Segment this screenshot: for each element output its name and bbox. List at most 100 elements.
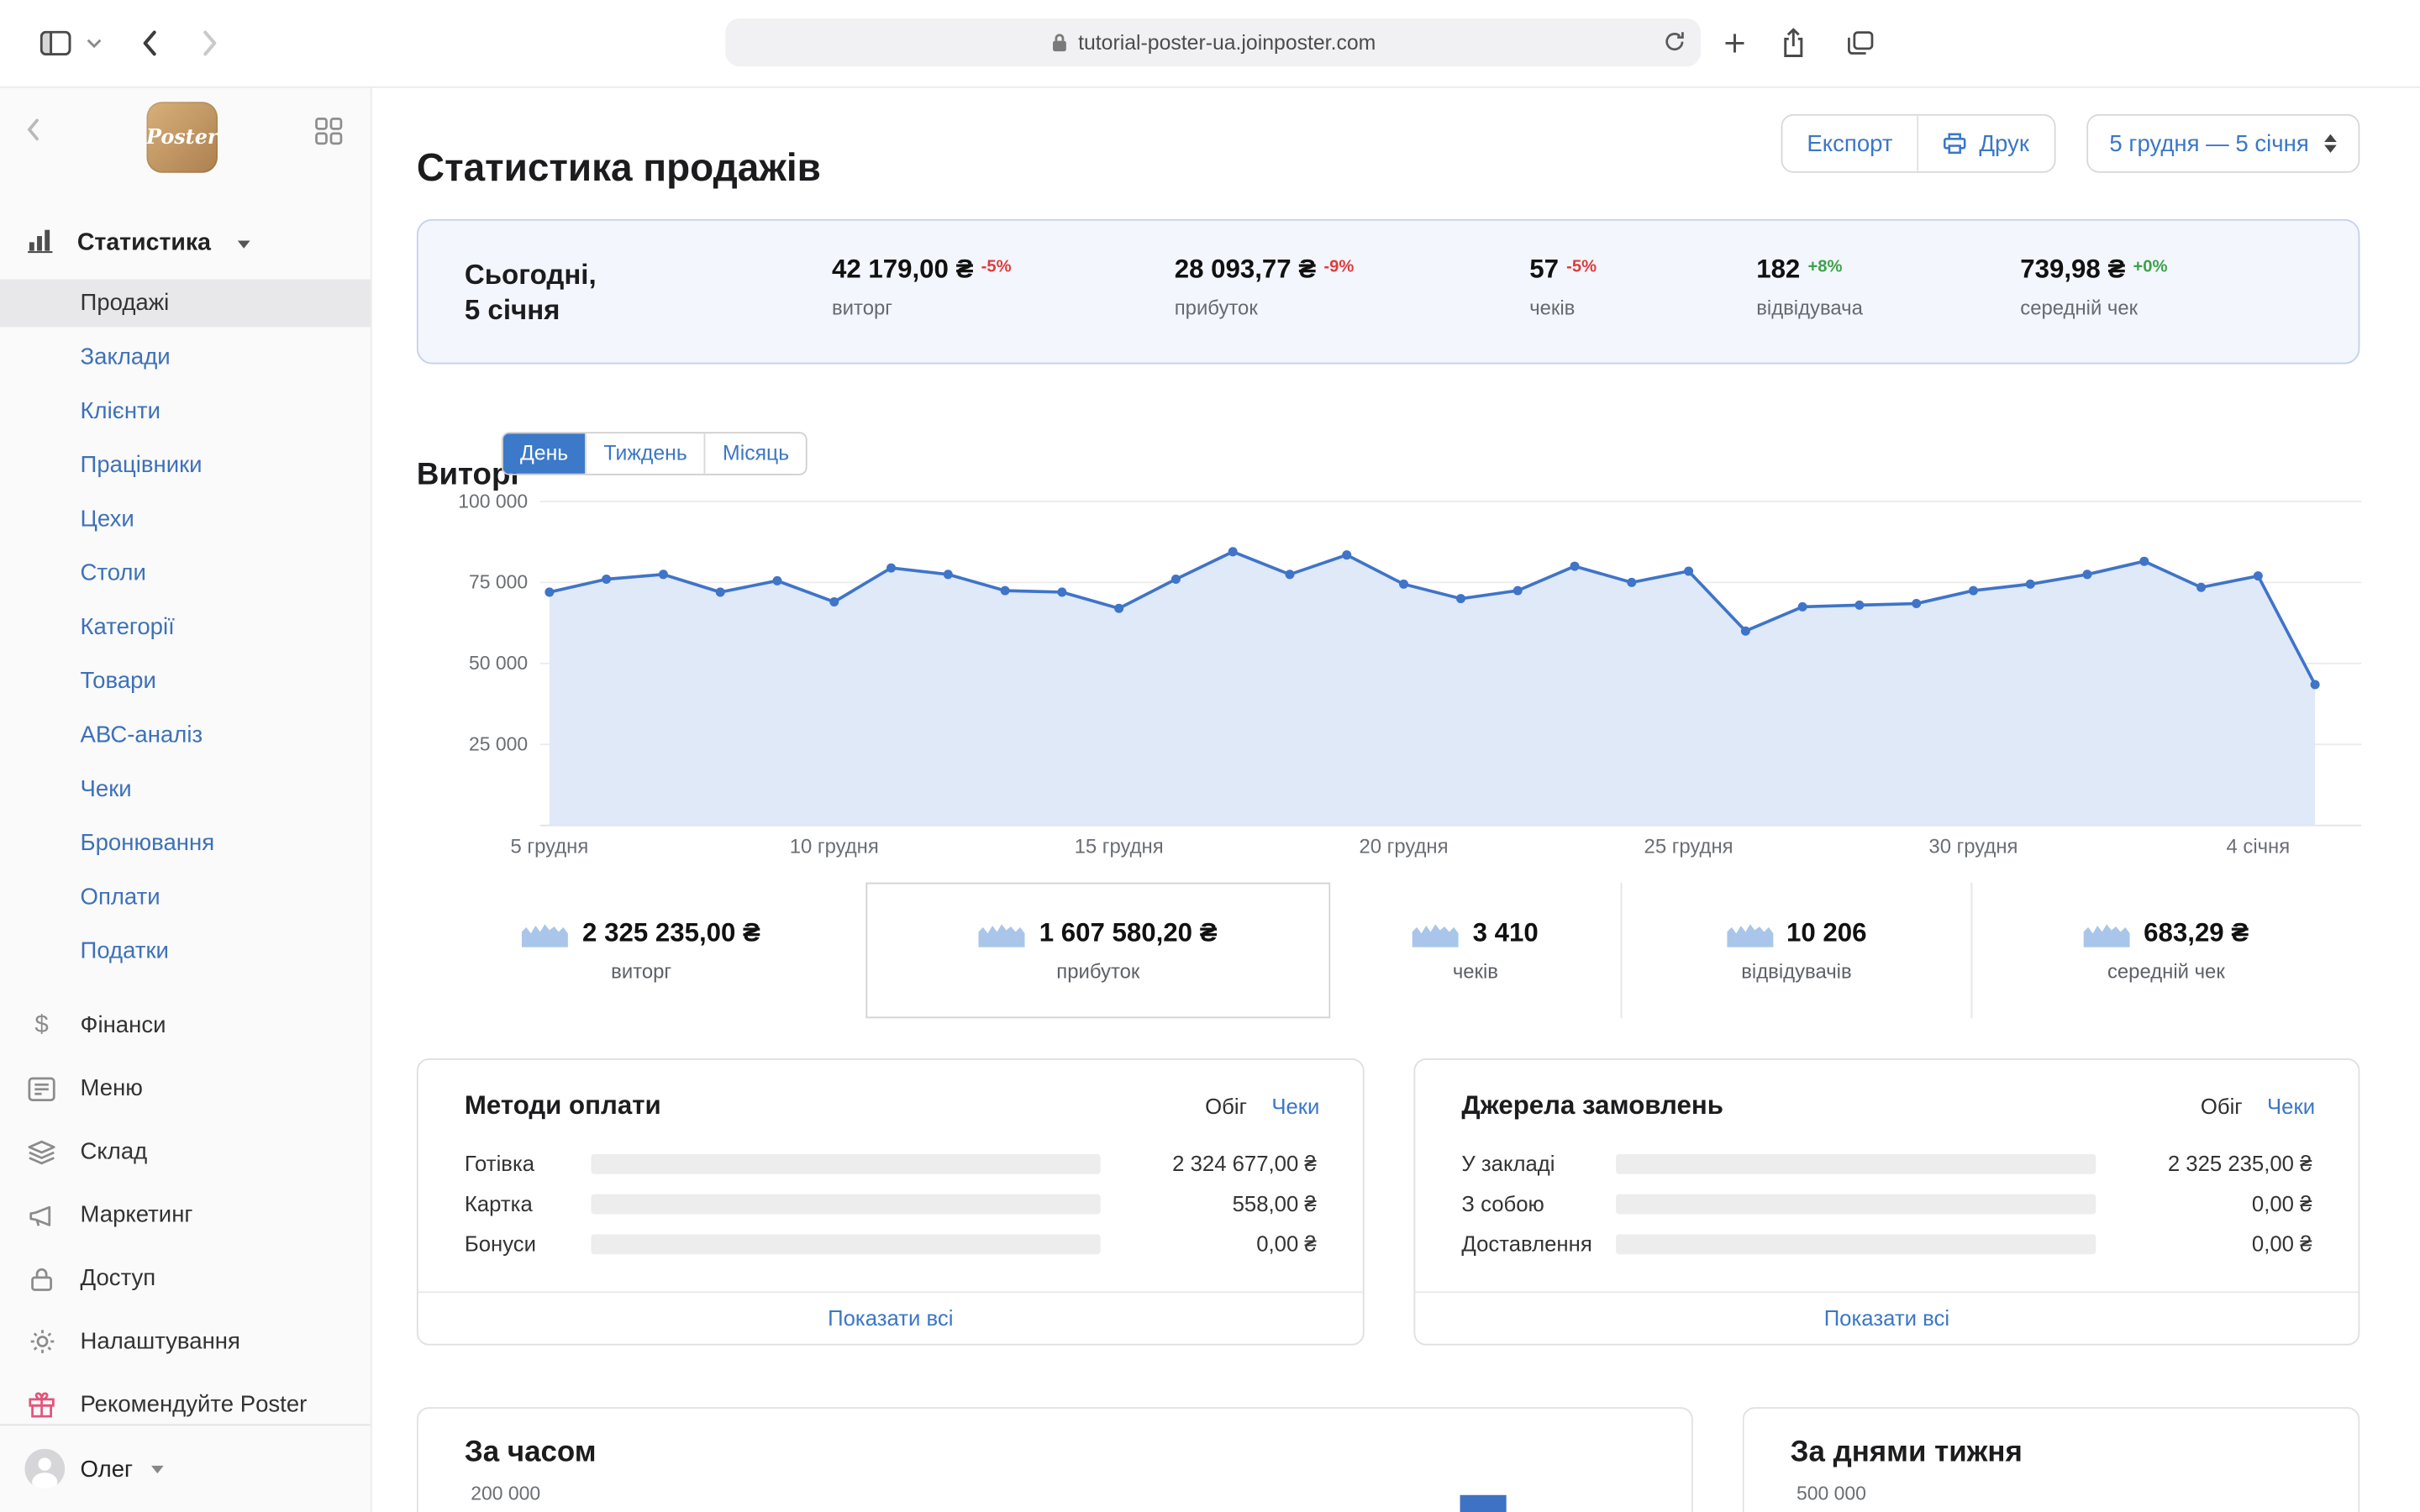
sidebar-access-label: Доступ — [80, 1265, 156, 1292]
reload-icon[interactable] — [1664, 31, 1686, 57]
by-weekday-card: За днями тижня 500 000 — [1742, 1407, 2360, 1512]
new-tab-icon[interactable] — [1716, 0, 1753, 87]
toggle-receipts[interactable]: Чеки — [1271, 1094, 1319, 1118]
sparkline-icon — [522, 920, 569, 948]
svg-text:25 000: 25 000 — [469, 733, 528, 755]
today-stat-profit: 28 093,77 ₴ -9% прибуток — [1174, 255, 1355, 320]
by-time-card: За часом 200 000 — [416, 1407, 1693, 1512]
svg-text:50 000: 50 000 — [469, 652, 528, 674]
sidebar-item-workshops[interactable]: Цехи — [0, 492, 371, 546]
order-sources-card: Джерела замовлень Обіг Чеки У закладі 2 … — [1413, 1058, 2360, 1346]
layers-icon — [28, 1139, 55, 1164]
chevron-down-icon[interactable] — [83, 0, 105, 87]
svg-text:100 000: 100 000 — [458, 490, 528, 512]
sidebar-item-reservations[interactable]: Бронювання — [0, 816, 371, 870]
forward-icon[interactable] — [194, 0, 225, 87]
sidebar-item-marketing[interactable]: Маркетинг — [0, 1184, 371, 1247]
bar-track — [1616, 1152, 2096, 1173]
sidebar-item-settings[interactable]: Налаштування — [0, 1310, 371, 1373]
svg-text:4 січня: 4 січня — [2226, 836, 2290, 858]
caret-down-icon — [151, 1464, 164, 1473]
today-stat-visitors: 182 +8% відвідувача — [1756, 255, 1863, 320]
sidebar-inventory-label: Склад — [80, 1138, 148, 1165]
sidebar-item-categories[interactable]: Категорії — [0, 600, 371, 654]
sidebar-finances-label: Фінанси — [80, 1011, 166, 1039]
tile-revenue[interactable]: 2 325 235,00 ₴ виторг — [416, 882, 866, 1019]
sidebar-item-venues[interactable]: Заклади — [0, 330, 371, 384]
caret-down-icon — [237, 239, 250, 248]
by-weekday-ytick: 500 000 — [1796, 1483, 1866, 1504]
sidebar-item-statistics[interactable]: Статистика — [0, 223, 371, 264]
tab-week[interactable]: Тиждень — [585, 433, 705, 474]
today-stat-avg-receipt: 739,98 ₴ +0% середній чек — [2020, 255, 2168, 320]
megaphone-icon — [28, 1203, 55, 1227]
sidebar-collapse-icon[interactable] — [24, 118, 39, 150]
bar-chart-icon — [28, 228, 54, 260]
sidebar-item-receipts[interactable]: Чеки — [0, 762, 371, 816]
date-range-arrows-icon — [2324, 134, 2337, 153]
tile-profit[interactable]: 1 607 580,20 ₴ прибуток — [865, 882, 1331, 1019]
sidebar-toggle-icon[interactable] — [34, 0, 76, 87]
sidebar-item-access[interactable]: Доступ — [0, 1247, 371, 1310]
toggle-receipts[interactable]: Чеки — [2267, 1094, 2315, 1118]
sidebar-item-inventory[interactable]: Склад — [0, 1120, 371, 1183]
sidebar-item-abc-analysis[interactable]: АВС-аналіз — [0, 708, 371, 762]
gear-icon — [28, 1328, 55, 1354]
user-menu[interactable]: Олег — [0, 1424, 371, 1512]
url-text: tutorial-poster-ua.joinposter.com — [1078, 30, 1376, 55]
toggle-turnover[interactable]: Обіг — [2201, 1094, 2243, 1118]
svg-text:25 грудня: 25 грудня — [1644, 836, 1733, 858]
tab-month[interactable]: Місяць — [704, 433, 807, 474]
gift-icon — [28, 1392, 55, 1418]
show-all-link[interactable]: Показати всі — [1415, 1291, 2359, 1343]
bar-track — [1616, 1193, 2096, 1214]
lock-icon — [1050, 33, 1067, 53]
sidebar-item-sales[interactable]: Продажі — [0, 279, 371, 328]
back-icon[interactable] — [133, 0, 164, 87]
sidebar-item-menu[interactable]: Меню — [0, 1057, 371, 1120]
payment-row-cash: Готівка 2 324 677,00 ₴ — [464, 1151, 1317, 1176]
bar-track — [591, 1233, 1101, 1254]
tile-avg-receipt[interactable]: 683,29 ₴ середній чек — [1970, 882, 2360, 1019]
summary-tiles: 2 325 235,00 ₴ виторг 1 607 580,20 ₴ при… — [416, 882, 2360, 1019]
sidebar-item-products[interactable]: Товари — [0, 654, 371, 708]
main-content: Статистика продажів Експорт Друк 5 грудн… — [370, 86, 2420, 1512]
print-button[interactable]: Друк — [1917, 115, 2054, 171]
toggle-turnover[interactable]: Обіг — [1205, 1094, 1247, 1118]
by-weekday-title: За днями тижня — [1790, 1436, 2023, 1469]
share-icon[interactable] — [1775, 0, 1812, 87]
sidebar-item-payments[interactable]: Оплати — [0, 870, 371, 924]
sparkline-icon — [1413, 920, 1460, 948]
svg-text:30 грудня: 30 грудня — [1928, 836, 2018, 858]
show-all-link[interactable]: Показати всі — [418, 1291, 1363, 1343]
user-name: Олег — [80, 1455, 134, 1483]
sidebar-item-employees[interactable]: Працівники — [0, 438, 371, 492]
poster-logo[interactable]: Poster — [146, 102, 218, 173]
sparkline-icon — [2083, 920, 2130, 948]
source-row-in-venue: У закладі 2 325 235,00 ₴ — [1461, 1151, 2312, 1176]
tab-day[interactable]: День — [502, 433, 586, 474]
svg-text:10 грудня: 10 грудня — [790, 836, 879, 858]
sidebar-item-finances[interactable]: $ Фінанси — [0, 994, 371, 1057]
sparkline-icon — [979, 920, 1026, 948]
sidebar-item-clients[interactable]: Клієнти — [0, 384, 371, 438]
url-bar[interactable]: tutorial-poster-ua.joinposter.com — [725, 18, 1702, 66]
svg-text:20 грудня: 20 грудня — [1359, 836, 1448, 858]
by-time-bar — [1460, 1494, 1507, 1512]
payment-row-bonus: Бонуси 0,00 ₴ — [464, 1231, 1317, 1257]
sidebar-item-tables[interactable]: Столи — [0, 546, 371, 600]
bar-track — [591, 1193, 1101, 1214]
by-time-title: За часом — [464, 1436, 597, 1469]
lock-icon — [28, 1266, 55, 1290]
date-range-selector[interactable]: 5 грудня — 5 січня — [2086, 113, 2360, 173]
avatar — [24, 1448, 66, 1489]
export-button[interactable]: Експорт — [1782, 115, 1918, 171]
payment-methods-title: Методи оплати — [464, 1090, 661, 1121]
sidebar-item-taxes[interactable]: Податки — [0, 924, 371, 978]
payment-methods-card: Методи оплати Обіг Чеки Готівка 2 324 67… — [416, 1058, 1365, 1346]
tabs-overview-icon[interactable] — [1839, 0, 1880, 87]
tile-receipts[interactable]: 3 410 чеків — [1330, 882, 1621, 1019]
apps-grid-icon[interactable] — [315, 118, 343, 153]
tile-visitors[interactable]: 10 206 відвідувачів — [1620, 882, 1971, 1019]
browser-chrome: tutorial-poster-ua.joinposter.com — [0, 0, 2420, 88]
